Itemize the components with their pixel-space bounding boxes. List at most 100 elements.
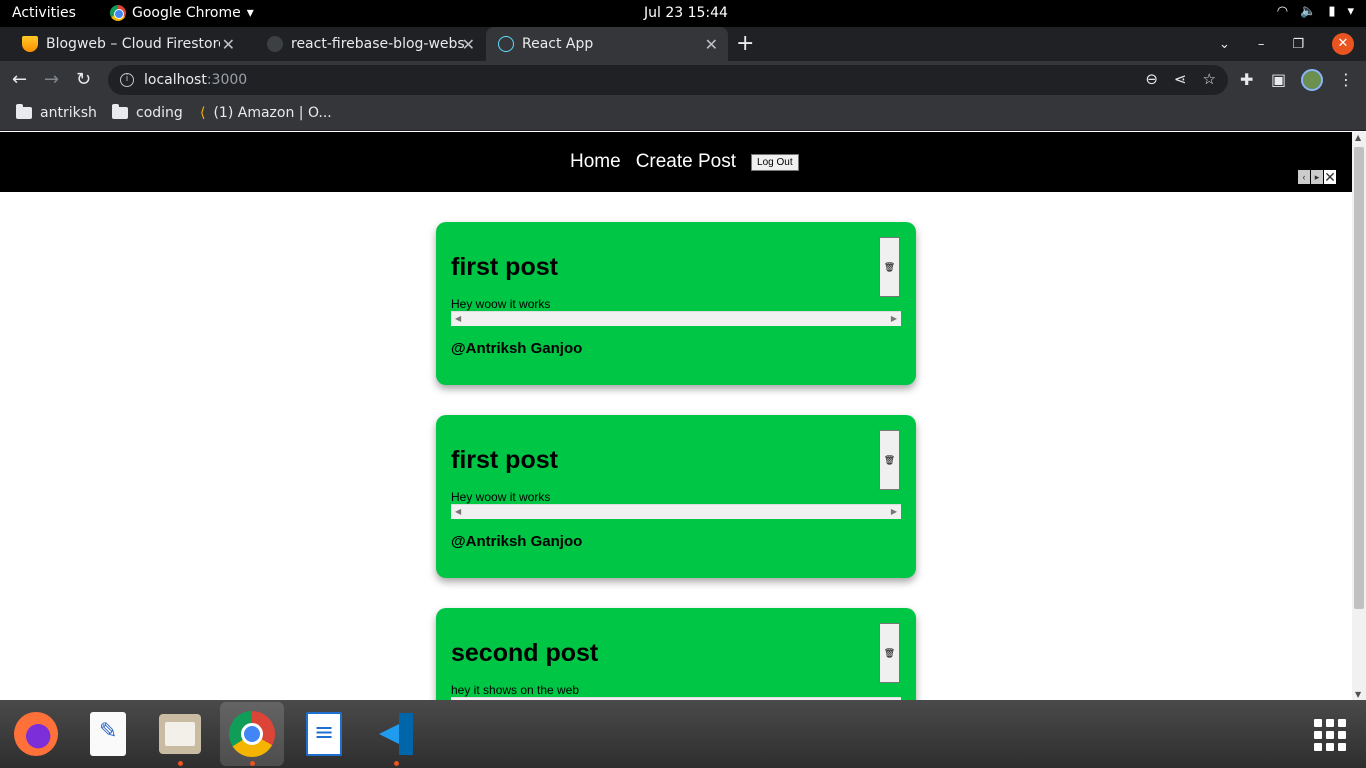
restore-button[interactable]: ❐ bbox=[1292, 37, 1304, 52]
tab-react-app[interactable]: React App ✕ bbox=[486, 27, 728, 61]
dock-files[interactable] bbox=[148, 702, 212, 766]
share-icon[interactable]: ⋖ bbox=[1174, 70, 1187, 88]
post-card: second post 🗑 hey it shows on the web ◀▶ bbox=[436, 608, 916, 700]
logout-button[interactable]: Log Out bbox=[751, 153, 799, 171]
address-bar[interactable]: i localhost :3000 ⊖ ⋖ ☆ bbox=[108, 65, 1228, 95]
bookmark-star-icon[interactable]: ☆ bbox=[1203, 70, 1216, 88]
delete-post-button[interactable]: 🗑 bbox=[879, 237, 900, 297]
scroll-up-icon[interactable]: ▲ bbox=[1355, 133, 1361, 142]
libreoffice-writer-icon bbox=[306, 712, 342, 756]
dock-firefox[interactable] bbox=[4, 702, 68, 766]
close-tab-icon[interactable]: ✕ bbox=[222, 35, 235, 54]
minimize-button[interactable]: – bbox=[1258, 37, 1265, 52]
wifi-icon: ◠ bbox=[1276, 4, 1289, 19]
close-tab-icon[interactable]: ✕ bbox=[705, 35, 718, 54]
bookmarks-bar: antriksh coding ⟨ (1) Amazon | O... bbox=[0, 99, 1366, 131]
running-indicator bbox=[394, 761, 399, 766]
gnome-top-bar: Activities Google Chrome ▾ Jul 23 15:44 … bbox=[0, 0, 1366, 27]
text-editor-icon bbox=[90, 712, 126, 756]
ad-next-icon[interactable]: ▸ bbox=[1311, 170, 1323, 184]
bookmark-antriksh[interactable]: antriksh bbox=[16, 104, 97, 121]
scrollbar-thumb[interactable] bbox=[1354, 147, 1364, 609]
files-icon bbox=[159, 714, 201, 754]
folder-icon bbox=[16, 104, 32, 119]
bookmark-coding[interactable]: coding bbox=[112, 104, 183, 121]
tab-title: Blogweb – Cloud Firestore bbox=[46, 36, 220, 52]
new-tab-button[interactable]: + bbox=[736, 31, 754, 56]
post-text: Hey woow it works bbox=[451, 490, 551, 504]
reload-icon[interactable]: ↻ bbox=[76, 69, 91, 90]
zoom-icon[interactable]: ⊖ bbox=[1145, 70, 1158, 88]
volume-icon: 🔈 bbox=[1300, 4, 1317, 19]
chrome-icon bbox=[110, 5, 126, 21]
page-scrollbar[interactable]: ▲ ▼ bbox=[1352, 132, 1366, 700]
post-author: @Antriksh Ganjoo bbox=[451, 533, 583, 550]
chevron-down-icon: ▾ bbox=[1347, 4, 1354, 19]
post-horizontal-scrollbar[interactable]: ◀▶ bbox=[451, 311, 901, 326]
dock-writer[interactable] bbox=[292, 702, 356, 766]
tab-title: react-firebase-blog-website bbox=[291, 36, 465, 52]
chrome-icon bbox=[229, 711, 275, 757]
react-icon bbox=[498, 36, 514, 52]
trash-icon: 🗑 bbox=[883, 454, 896, 465]
back-icon[interactable]: ← bbox=[12, 69, 27, 90]
scroll-left-icon[interactable]: ◀ bbox=[455, 314, 461, 323]
tab-firestore[interactable]: Blogweb – Cloud Firestore ✕ bbox=[0, 27, 245, 61]
tab-github[interactable]: react-firebase-blog-website ✕ bbox=[245, 27, 485, 61]
close-window-button[interactable]: ✕ bbox=[1332, 33, 1354, 55]
scroll-down-icon[interactable]: ▼ bbox=[1355, 690, 1361, 699]
ad-controls: ‹ ▸ ✕ bbox=[1298, 170, 1336, 184]
nav-create-post-link[interactable]: Create Post bbox=[636, 151, 736, 173]
post-card: first post 🗑 Hey woow it works ◀ ▶ @Antri… bbox=[436, 222, 916, 385]
dock-chrome[interactable] bbox=[220, 702, 284, 766]
amazon-icon: ⟨ bbox=[200, 105, 206, 121]
folder-icon bbox=[112, 104, 128, 119]
bookmark-label: coding bbox=[136, 105, 183, 121]
browser-toolbar: ← → ↻ i localhost :3000 ⊖ ⋖ ☆ ✚ ▣ ⋮ bbox=[0, 61, 1366, 99]
post-horizontal-scrollbar[interactable]: ◀▶ bbox=[451, 504, 901, 519]
post-title: first post bbox=[451, 253, 558, 281]
ubuntu-dock bbox=[0, 700, 1366, 768]
page-viewport: Home Create Post Log Out ‹ ▸ ✕ first pos… bbox=[0, 132, 1366, 700]
vscode-icon bbox=[375, 713, 417, 755]
bookmark-label: antriksh bbox=[40, 105, 97, 121]
close-tab-icon[interactable]: ✕ bbox=[462, 35, 475, 54]
bookmark-label: (1) Amazon | O... bbox=[213, 105, 332, 121]
scroll-right-icon[interactable]: ▶ bbox=[891, 314, 897, 323]
github-icon bbox=[267, 36, 283, 52]
post-text: hey it shows on the web bbox=[451, 683, 580, 697]
url-port: :3000 bbox=[206, 72, 248, 88]
dock-text-editor[interactable] bbox=[76, 702, 140, 766]
app-menu[interactable]: Google Chrome ▾ bbox=[110, 5, 254, 21]
side-panel-icon[interactable]: ▣ bbox=[1271, 70, 1286, 89]
site-info-icon[interactable]: i bbox=[120, 73, 134, 87]
post-title: first post bbox=[451, 446, 558, 474]
post-title: second post bbox=[451, 639, 599, 667]
firefox-icon bbox=[14, 712, 58, 756]
trash-icon: 🗑 bbox=[883, 261, 896, 272]
trash-icon: 🗑 bbox=[883, 647, 896, 658]
scroll-right-icon[interactable]: ▶ bbox=[891, 507, 897, 516]
menu-icon[interactable]: ⋮ bbox=[1338, 70, 1354, 89]
running-indicator bbox=[178, 761, 183, 766]
system-tray[interactable]: ◠ 🔈 ▮ ▾ bbox=[1277, 4, 1354, 19]
delete-post-button[interactable]: 🗑 bbox=[879, 623, 900, 683]
delete-post-button[interactable]: 🗑 bbox=[879, 430, 900, 490]
profile-avatar[interactable] bbox=[1301, 69, 1323, 91]
show-applications-icon[interactable] bbox=[1314, 719, 1346, 751]
dock-vscode[interactable] bbox=[364, 702, 428, 766]
running-indicator bbox=[250, 761, 255, 766]
nav-home-link[interactable]: Home bbox=[570, 151, 621, 173]
ad-close-icon[interactable]: ✕ bbox=[1324, 170, 1336, 184]
ad-prev-icon[interactable]: ‹ bbox=[1298, 170, 1310, 184]
extensions-icon[interactable]: ✚ bbox=[1240, 70, 1253, 89]
forward-icon[interactable]: → bbox=[44, 69, 59, 90]
scroll-left-icon[interactable]: ◀ bbox=[455, 507, 461, 516]
post-card: first post 🗑 Hey woow it works ◀ ▶ @Antri… bbox=[436, 415, 916, 578]
bookmark-amazon[interactable]: ⟨ (1) Amazon | O... bbox=[200, 105, 332, 121]
post-author: @Antriksh Ganjoo bbox=[451, 340, 583, 357]
activities-button[interactable]: Activities bbox=[12, 5, 76, 21]
site-navbar: Home Create Post Log Out ‹ ▸ ✕ bbox=[0, 132, 1352, 192]
clock[interactable]: Jul 23 15:44 bbox=[644, 5, 728, 21]
tab-search-icon[interactable]: ⌄ bbox=[1219, 37, 1230, 52]
